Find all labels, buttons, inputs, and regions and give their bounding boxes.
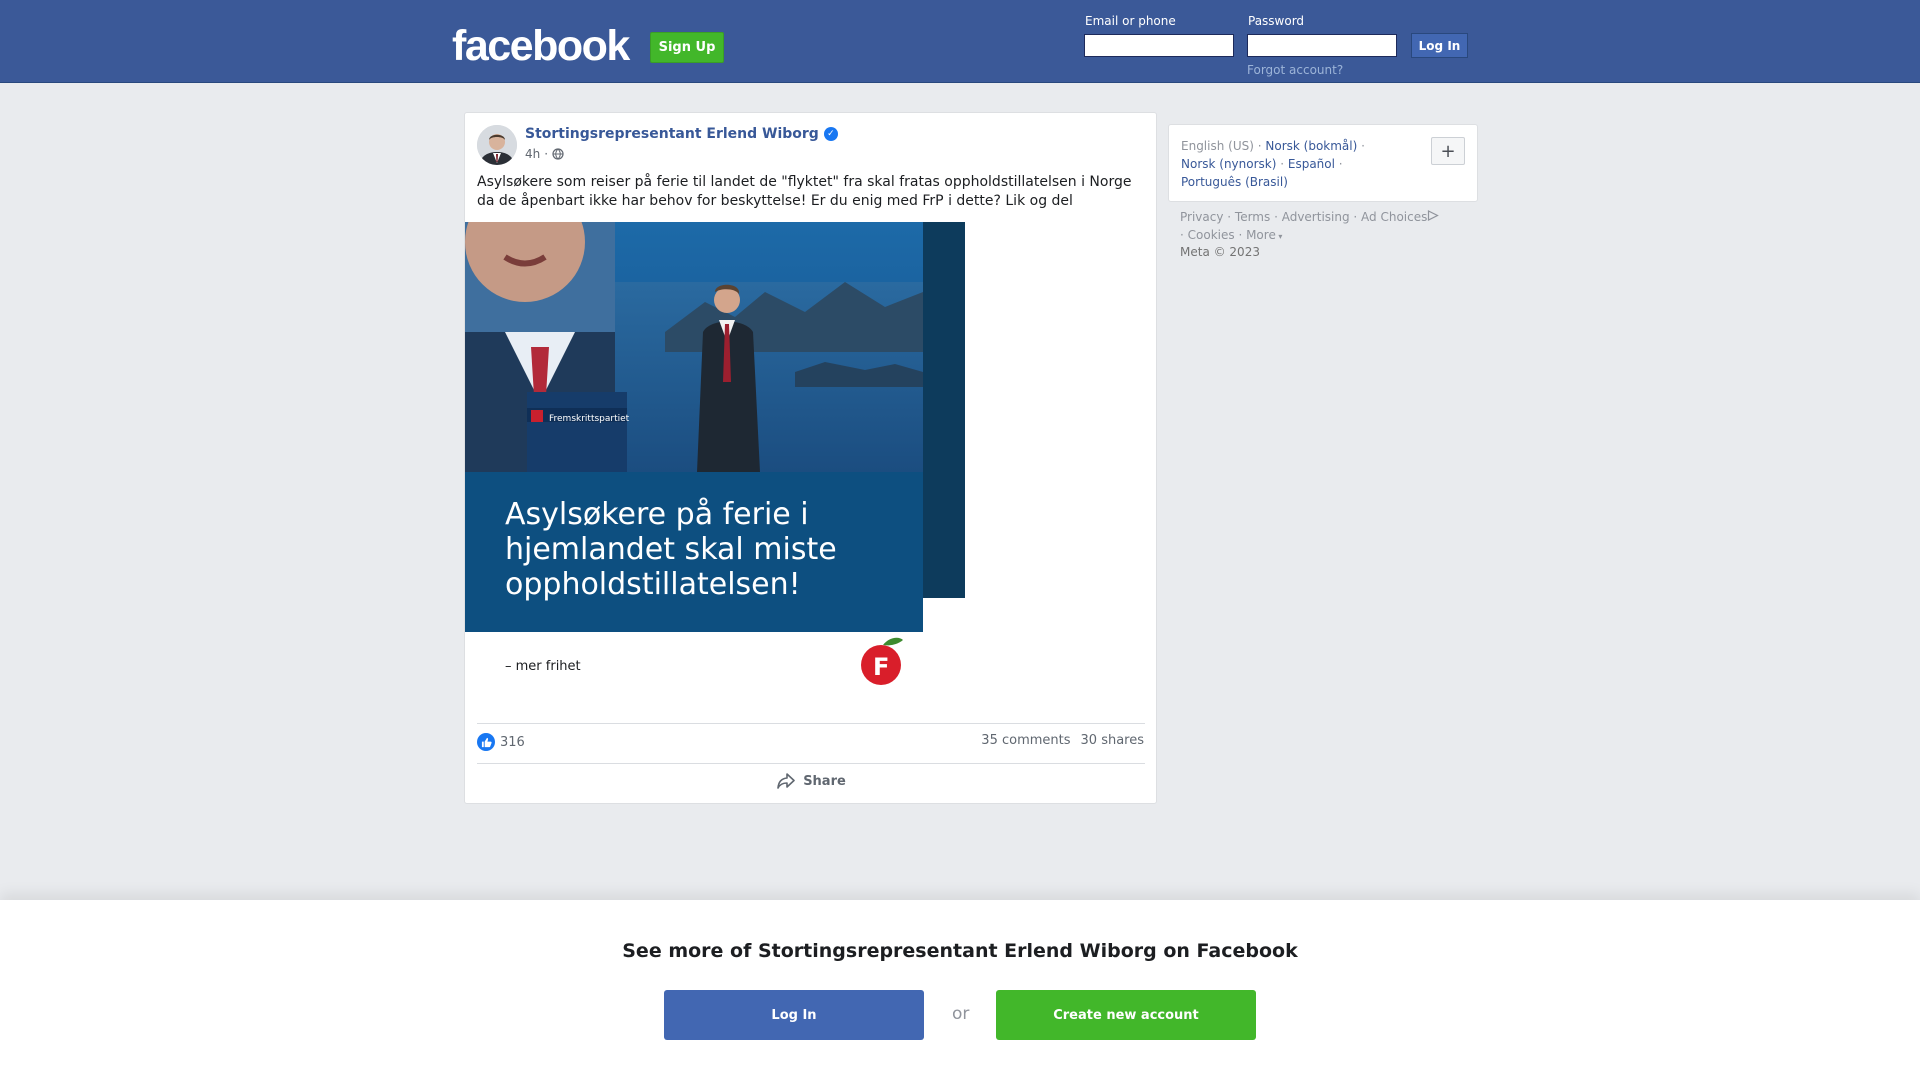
login-prompt-title: See more of Stortingsrepresentant Erlend… (622, 940, 1298, 962)
more-languages-button[interactable]: + (1431, 137, 1465, 165)
author-name: Stortingsrepresentant Erlend Wiborg (525, 126, 819, 142)
frp-logo-letter: F (873, 653, 889, 681)
author-avatar[interactable] (477, 125, 517, 165)
footer-link-ad-choices[interactable]: Ad Choices (1361, 210, 1427, 224)
overlay-log-in-button[interactable]: Log In (664, 990, 924, 1040)
engagement-counts: 35 comments 30 shares (981, 733, 1144, 748)
create-account-button[interactable]: Create new account (996, 990, 1256, 1040)
author-name-link[interactable]: Stortingsrepresentant Erlend Wiborg ✓ (525, 126, 838, 142)
post-message: Asylsøkere som reiser på ferie til lande… (477, 174, 1132, 209)
password-label: Password (1248, 14, 1305, 28)
caret-down-icon: ▾ (1275, 232, 1283, 241)
language-list: English (US) · Norsk (bokmål) · Norsk (n… (1181, 139, 1365, 189)
footer-links: Privacy · Terms · Advertising · Ad Choic… (1180, 208, 1480, 246)
reaction-count: 316 (500, 734, 525, 750)
footer-link-cookies[interactable]: Cookies (1188, 228, 1235, 242)
facebook-logo[interactable]: facebook (452, 22, 630, 70)
sign-up-button[interactable]: Sign Up (650, 32, 724, 63)
login-prompt-overlay: See more of Stortingsrepresentant Erlend… (0, 900, 1920, 1080)
globe-icon (552, 148, 564, 160)
image-divider (477, 723, 1145, 724)
reaction-summary[interactable]: 316 (477, 733, 525, 751)
headline-line-3: oppholdstillatelsen! (505, 567, 801, 602)
or-separator: or (952, 1004, 970, 1024)
shares-count-link[interactable]: 30 shares (1081, 733, 1144, 748)
email-label: Email or phone (1085, 14, 1176, 28)
post-image[interactable]: Fremskrittspartiet Asylsøkere på ferie i… (465, 222, 965, 722)
ad-choices-icon (1428, 210, 1440, 221)
headline-line-1: Asylsøkere på ferie i (505, 497, 809, 532)
podium-text: Fremskrittspartiet (549, 414, 630, 424)
verified-badge-icon: ✓ (823, 127, 838, 141)
top-navigation-bar: facebook Sign Up Email or phone Password… (0, 0, 1920, 83)
meta-separator: · (544, 147, 549, 161)
language-current: English (US) (1181, 139, 1254, 153)
language-link-espanol[interactable]: Español (1288, 157, 1335, 171)
forgot-account-link[interactable]: Forgot account? (1247, 63, 1343, 77)
log-in-button[interactable]: Log In (1411, 33, 1468, 58)
frp-apple-logo-icon: F (861, 637, 903, 685)
slogan-text: – mer frihet (505, 659, 581, 674)
email-field[interactable] (1084, 34, 1234, 57)
footer-link-more[interactable]: More (1246, 228, 1276, 242)
post-card: Stortingsrepresentant Erlend Wiborg ✓ 4h… (464, 112, 1157, 804)
footer-link-terms[interactable]: Terms (1235, 210, 1270, 224)
share-button[interactable]: Share (465, 763, 1158, 799)
campaign-graphic: Fremskrittspartiet Asylsøkere på ferie i… (465, 222, 965, 685)
headline-line-2: hjemlandet skal miste (505, 532, 837, 567)
language-link-portugues[interactable]: Português (Brasil) (1181, 175, 1288, 189)
footer-link-advertising[interactable]: Advertising (1282, 210, 1350, 224)
language-link-norsk-nynorsk[interactable]: Norsk (nynorsk) (1181, 157, 1276, 171)
like-reaction-icon (477, 733, 495, 751)
password-field[interactable] (1247, 34, 1397, 57)
comments-count-link[interactable]: 35 comments (981, 733, 1070, 748)
copyright-text: Meta © 2023 (1180, 245, 1260, 259)
share-arrow-icon (777, 773, 795, 789)
post-time[interactable]: 4h (525, 147, 540, 161)
language-selector-box: English (US) · Norsk (bokmål) · Norsk (n… (1168, 124, 1478, 202)
post-meta: 4h · (525, 147, 564, 161)
language-link-norsk-bokmal[interactable]: Norsk (bokmål) (1265, 139, 1357, 153)
share-label: Share (803, 773, 846, 789)
footer-link-privacy[interactable]: Privacy (1180, 210, 1223, 224)
